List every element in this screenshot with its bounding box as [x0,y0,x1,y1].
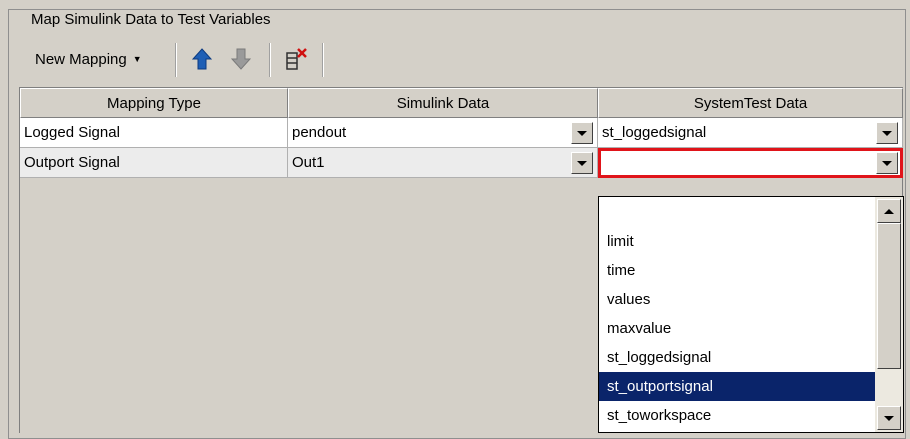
mapping-type-cell[interactable]: Logged Signal [20,118,288,148]
column-header-systemtest-data[interactable]: SystemTest Data [598,88,903,118]
delete-mapping-button[interactable] [281,41,311,77]
group-title: Map Simulink Data to Test Variables [29,11,274,28]
systemtest-data-combo-active[interactable] [598,148,903,178]
toolbar-separator [269,43,271,77]
dropdown-option[interactable]: st_toworkspace [599,401,875,430]
dropdown-option[interactable]: st_loggedsignal [599,343,875,372]
chevron-down-icon [577,130,587,136]
new-mapping-label: New Mapping [35,50,127,68]
systemtest-data-value: st_loggedsignal [602,124,707,141]
dropdown-option[interactable]: time [599,256,875,285]
chevron-down-icon [882,160,892,166]
dropdown-option[interactable]: limit [599,227,875,256]
dropdown-button[interactable] [876,122,898,144]
dropdown-button[interactable] [571,152,593,174]
simulink-data-value: Out1 [292,154,325,171]
dropdown-option-selected[interactable]: st_outportsignal [599,372,875,401]
toolbar-separator [175,43,177,77]
delete-mapping-icon [286,48,307,70]
dropdown-button[interactable] [571,122,593,144]
column-header-mapping-type[interactable]: Mapping Type [20,88,288,118]
scroll-up-button[interactable] [877,199,901,223]
mapping-type-cell[interactable]: Outport Signal [20,148,288,178]
chevron-down-icon [577,160,587,166]
dropdown-scrollbar[interactable] [875,197,903,432]
scroll-thumb[interactable] [877,223,901,369]
chevron-down-icon [882,130,892,136]
caret-down-icon: ▼ [132,54,142,64]
table-row[interactable]: Outport Signal Out1 [20,148,903,178]
move-down-button[interactable] [226,41,256,77]
dropdown-options: limit time values maxvalue st_loggedsign… [599,197,875,432]
toolbar-separator [322,43,324,77]
dropdown-option[interactable] [599,197,875,226]
chevron-up-icon [884,208,894,214]
simulink-data-combo[interactable]: Out1 [288,148,598,178]
column-header-simulink-data[interactable]: Simulink Data [288,88,598,118]
table-row[interactable]: Logged Signal pendout st_loggedsignal [20,118,903,148]
simulink-data-combo[interactable]: pendout [288,118,598,148]
table-header: Mapping Type Simulink Data SystemTest Da… [20,88,903,118]
chevron-down-icon [884,415,894,421]
systemtest-data-combo[interactable]: st_loggedsignal [598,118,903,148]
scroll-down-button[interactable] [877,406,901,430]
dropdown-option[interactable]: maxvalue [599,314,875,343]
toolbar: New Mapping ▼ [19,35,899,83]
dropdown-option[interactable]: values [599,285,875,314]
simulink-data-value: pendout [292,124,347,141]
move-up-arrow-icon [192,48,212,70]
move-down-arrow-icon [231,48,251,70]
systemtest-data-dropdown-list[interactable]: limit time values maxvalue st_loggedsign… [598,196,904,433]
dropdown-button[interactable] [876,152,898,174]
move-up-button[interactable] [187,41,217,77]
new-mapping-button[interactable]: New Mapping ▼ [19,41,169,77]
